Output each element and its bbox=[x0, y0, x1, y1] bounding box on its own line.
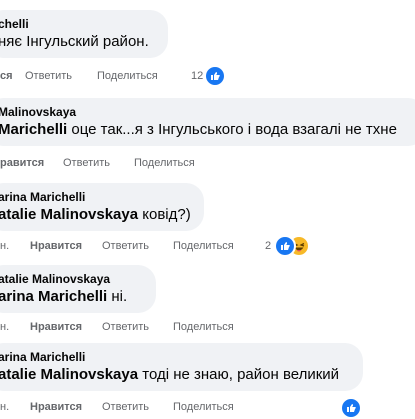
comment-actions: равится Ответить Поделиться bbox=[0, 155, 230, 171]
comment-time[interactable]: н. bbox=[0, 238, 9, 254]
comment-body: тоді не знаю, район великий bbox=[138, 366, 340, 383]
like-action[interactable]: Нравится bbox=[30, 399, 82, 415]
share-action[interactable]: Поделиться bbox=[134, 155, 195, 171]
comment-actions: н. Нравится Ответить Поделиться bbox=[0, 319, 260, 335]
comment-body: оце так...я з Інгульського і вода взагал… bbox=[67, 121, 397, 138]
thumbs-up-icon bbox=[211, 72, 220, 80]
comment-bubble: chelli няє Інгульский район. bbox=[0, 10, 168, 58]
share-action[interactable]: Поделиться bbox=[173, 399, 234, 415]
comment-bubble: atalie Malinovskaya arina Marichelli ні. bbox=[0, 265, 156, 313]
comment-bubble: Malinovskaya Marichelli оце так...я з Ін… bbox=[0, 98, 415, 146]
reaction-count[interactable]: 12 bbox=[191, 68, 203, 84]
comment-actions: ся Ответить Поделиться 12 bbox=[0, 65, 230, 87]
reply-action[interactable]: Ответить bbox=[102, 319, 149, 335]
like-action[interactable]: ся bbox=[0, 68, 13, 84]
reply-action[interactable]: Ответить bbox=[63, 155, 110, 171]
comment-text: няє Інгульский район. bbox=[0, 33, 149, 50]
comment-author[interactable]: chelli bbox=[0, 16, 156, 32]
comment-text: atalie Malinovskaya ковід?) bbox=[0, 205, 192, 225]
share-action[interactable]: Поделиться bbox=[173, 238, 234, 254]
comment-mention[interactable]: atalie Malinovskaya bbox=[0, 206, 138, 223]
like-action[interactable]: Нравится bbox=[30, 319, 82, 335]
like-reaction-icon[interactable] bbox=[204, 65, 226, 87]
comment-text: Marichelli оце так...я з Інгульського і … bbox=[0, 120, 414, 140]
comment-mention[interactable]: arina Marichelli bbox=[0, 288, 107, 305]
comment-mention[interactable]: Marichelli bbox=[0, 121, 67, 138]
comment-time[interactable]: н. bbox=[0, 319, 9, 335]
comment-author[interactable]: arina Marichelli bbox=[0, 189, 192, 205]
like-reaction-icon[interactable] bbox=[340, 397, 362, 419]
comment-text: atalie Malinovskaya тоді не знаю, район … bbox=[0, 365, 351, 385]
comment-actions: н. Нравится Ответить Поделиться 2 bbox=[0, 235, 320, 257]
share-action[interactable]: Поделиться bbox=[173, 319, 234, 335]
reply-action[interactable]: Ответить bbox=[25, 68, 72, 84]
comment-body: ні. bbox=[107, 288, 128, 305]
thumbs-up-icon bbox=[347, 404, 356, 412]
comment-actions: н. Нравится Ответить Поделиться bbox=[0, 397, 370, 419]
comment-mention[interactable]: atalie Malinovskaya bbox=[0, 366, 138, 383]
comment-bubble: arina Marichelli atalie Malinovskaya тод… bbox=[0, 343, 363, 391]
comment-time[interactable]: н. bbox=[0, 399, 9, 415]
comment-author[interactable]: atalie Malinovskaya bbox=[0, 271, 144, 287]
reaction-count[interactable]: 2 bbox=[265, 238, 271, 254]
reply-action[interactable]: Ответить bbox=[102, 238, 149, 254]
comment-text: arina Marichelli ні. bbox=[0, 287, 144, 307]
thumbs-up-icon bbox=[281, 242, 290, 250]
like-reaction-icon[interactable] bbox=[274, 235, 296, 257]
comment-body: ковід?) bbox=[138, 206, 191, 223]
reply-action[interactable]: Ответить bbox=[102, 399, 149, 415]
comment-author[interactable]: arina Marichelli bbox=[0, 349, 351, 365]
share-action[interactable]: Поделиться bbox=[97, 68, 158, 84]
like-action[interactable]: равится bbox=[0, 155, 44, 171]
comment-author[interactable]: Malinovskaya bbox=[0, 104, 414, 120]
like-action[interactable]: Нравится bbox=[30, 238, 82, 254]
comment-bubble: arina Marichelli atalie Malinovskaya ков… bbox=[0, 183, 204, 231]
